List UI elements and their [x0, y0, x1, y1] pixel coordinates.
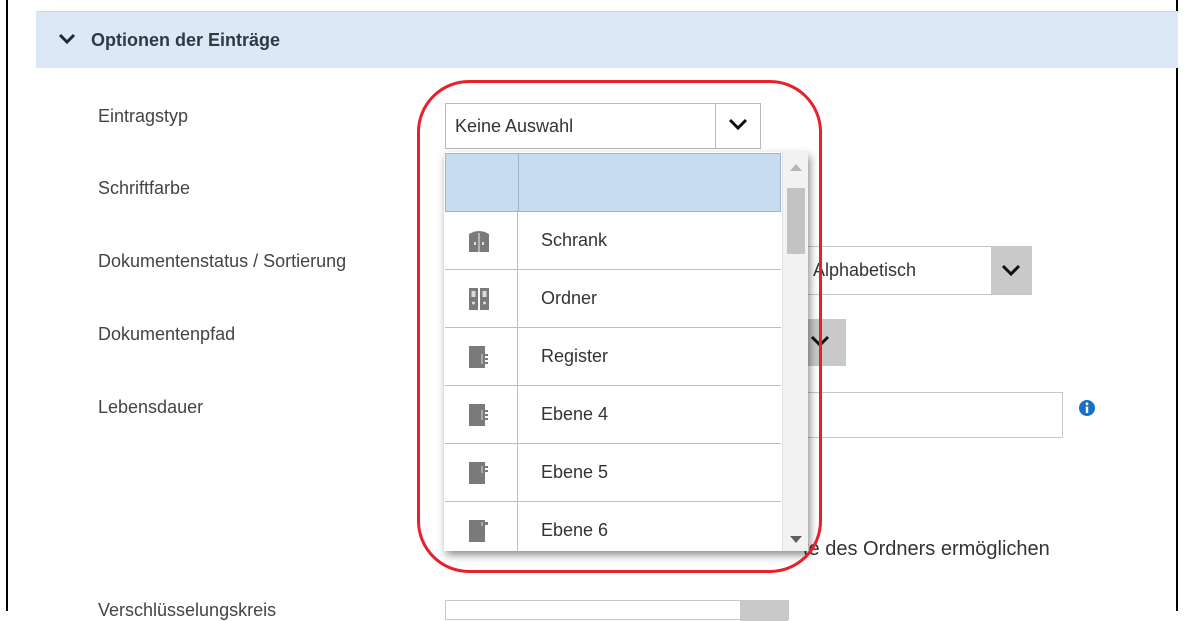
- option-label: Ebene 5: [541, 462, 609, 482]
- lebensdauer-input[interactable]: [800, 392, 1063, 438]
- level-5-icon: [469, 462, 488, 484]
- option-icon-cell: [445, 270, 518, 327]
- label-lebensdauer: Lebensdauer: [98, 397, 204, 417]
- chevron-down-icon: [810, 335, 830, 348]
- level-4-icon: [469, 404, 488, 426]
- option-icon-cell: [445, 502, 518, 551]
- label-dokumentenstatus: Dokumentenstatus / Sortierung: [98, 251, 347, 271]
- eintragstyp-dropdown-list[interactable]: Schrank Ordner Register Ebene 4 Ebene 5 …: [444, 152, 808, 551]
- dropdown-option-ebene-5[interactable]: Ebene 5: [445, 444, 781, 502]
- info-icon[interactable]: [1078, 399, 1096, 417]
- dropdown-options: Schrank Ordner Register Ebene 4 Ebene 5 …: [445, 153, 781, 551]
- option-icon-cell: [445, 212, 518, 269]
- option-label: Ebene 4: [541, 404, 609, 424]
- register-icon: [469, 346, 488, 368]
- chevron-down-icon: [728, 118, 748, 131]
- option-label: Ebene 6: [541, 520, 609, 540]
- dropdown-scrollbar[interactable]: [782, 152, 808, 551]
- label-eintragstyp: Eintragstyp: [98, 106, 189, 126]
- option-label: Register: [541, 346, 609, 366]
- dropdown-option-ebene-4[interactable]: Ebene 4: [445, 386, 781, 444]
- dropdown-option-empty[interactable]: [445, 153, 781, 212]
- section-title: Optionen der Einträge: [91, 30, 281, 50]
- binder-icon: [469, 288, 489, 310]
- scroll-down-arrow-icon[interactable]: [790, 536, 802, 543]
- option-icon-cell: [445, 444, 518, 501]
- section-header[interactable]: Optionen der Einträge: [36, 11, 1178, 68]
- sortierung-select[interactable]: Alphabetisch: [800, 246, 1032, 295]
- scroll-up-arrow-icon[interactable]: [790, 164, 802, 171]
- dropdown-option-ebene-6[interactable]: Ebene 6: [445, 502, 781, 551]
- eintragstyp-select-button[interactable]: [715, 104, 760, 148]
- level-6-icon: [469, 520, 488, 542]
- option-icon-cell: [446, 154, 519, 211]
- option-icon-cell: [445, 328, 518, 385]
- sortierung-select-value: Alphabetisch: [813, 260, 917, 280]
- option-label: Schrank: [541, 230, 608, 250]
- scrollbar-thumb[interactable]: [787, 188, 805, 254]
- verschluesselung-select-button[interactable]: [740, 601, 788, 621]
- chevron-down-icon: [58, 33, 76, 45]
- label-dokumentenpfad: Dokumentenpfad: [98, 324, 236, 344]
- dropdown-option-register[interactable]: Register: [445, 328, 781, 386]
- cabinet-icon: [469, 231, 489, 252]
- eintragstyp-select-value: Keine Auswahl: [455, 116, 574, 136]
- checkbox-label: te des Ordners ermöglichen: [803, 538, 1050, 560]
- dropdown-option-ordner[interactable]: Ordner: [445, 270, 781, 328]
- verschluesselung-select[interactable]: [445, 600, 789, 621]
- chevron-down-icon: [1001, 264, 1021, 277]
- eintragstyp-select[interactable]: Keine Auswahl: [445, 103, 761, 149]
- option-label: Ordner: [541, 288, 598, 308]
- label-schriftfarbe: Schriftfarbe: [98, 178, 191, 198]
- dropdown-option-schrank[interactable]: Schrank: [445, 212, 781, 270]
- sortierung-select-button[interactable]: [991, 247, 1031, 294]
- option-icon-cell: [445, 386, 518, 443]
